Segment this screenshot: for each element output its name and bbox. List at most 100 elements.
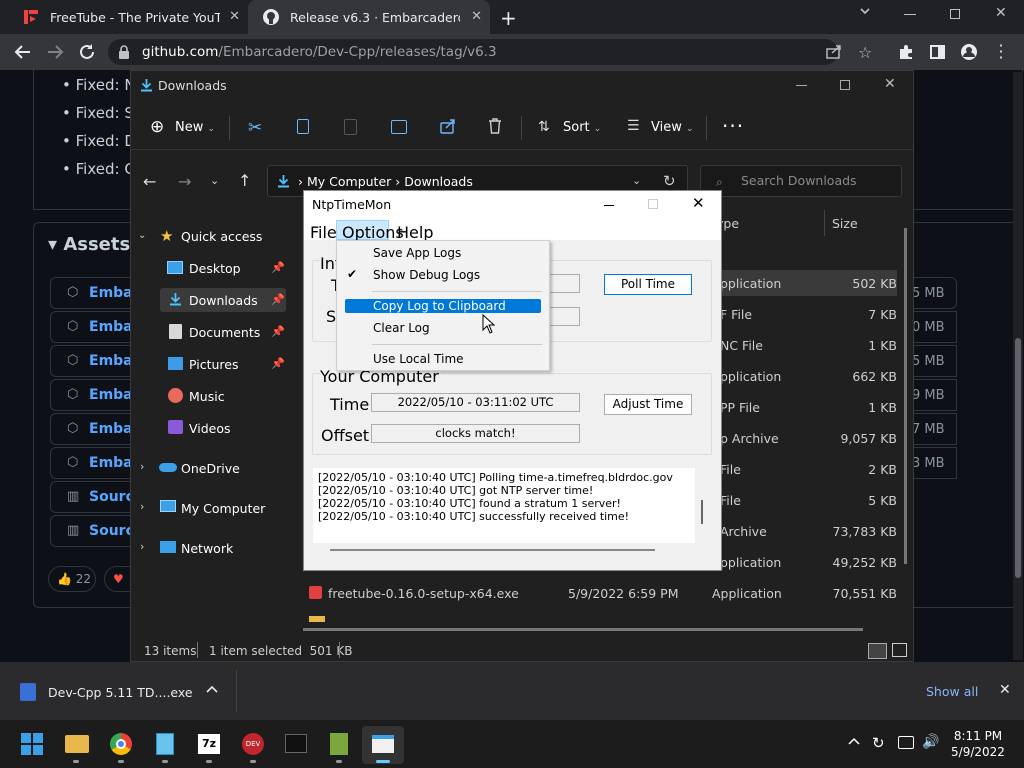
share-icon[interactable] <box>826 45 842 59</box>
nav-network[interactable]: Network <box>181 541 233 556</box>
chevron-down-icon[interactable]: ⌄ <box>632 174 641 187</box>
new-tab-button[interactable]: + <box>500 6 517 30</box>
display-icon[interactable] <box>898 736 914 749</box>
editor-icon[interactable] <box>330 733 348 755</box>
see-more-icon[interactable]: ··· <box>722 114 744 138</box>
breadcrumb-my-computer[interactable]: My Computer <box>307 174 391 189</box>
tab-search-icon[interactable] <box>858 4 872 18</box>
nav-documents[interactable]: Documents <box>189 325 260 340</box>
7zip-icon[interactable]: 7z <box>198 734 220 754</box>
close-window-icon[interactable]: ✕ <box>995 5 1007 21</box>
chrome-icon[interactable] <box>110 733 132 755</box>
close-window-icon[interactable]: ✕ <box>884 76 896 92</box>
rename-icon[interactable] <box>391 120 407 134</box>
minimize-icon[interactable] <box>796 85 807 86</box>
cut-icon[interactable]: ✂ <box>248 118 262 138</box>
maximize-icon[interactable] <box>840 80 850 90</box>
pin-icon[interactable]: 📌 <box>271 293 285 306</box>
menu-item-show-debug-logs[interactable]: Show Debug Logs <box>373 268 480 282</box>
heart-icon[interactable]: ♥ <box>104 566 130 592</box>
windows-start-icon[interactable] <box>21 733 43 755</box>
chevron-right-icon[interactable]: › <box>140 460 144 473</box>
page-scrollbar[interactable] <box>1013 72 1023 660</box>
poll-time-button[interactable]: Poll Time <box>604 274 692 295</box>
nav-videos[interactable]: Videos <box>189 421 231 436</box>
file-explorer-icon[interactable] <box>65 735 89 753</box>
lock-icon[interactable] <box>118 45 130 59</box>
nav-my-computer[interactable]: My Computer <box>181 501 265 516</box>
sort-button[interactable]: Sort ⌄ <box>563 120 601 135</box>
asset-row[interactable]: ⬡ Embar <box>50 345 140 377</box>
clock[interactable]: 8:11 PM 5/9/2022 <box>950 728 1006 760</box>
nav-quick-access[interactable]: Quick access <box>181 229 262 244</box>
breadcrumb-downloads[interactable]: Downloads <box>404 174 473 189</box>
details-view-icon[interactable] <box>868 643 887 659</box>
notepad-icon[interactable] <box>156 733 174 755</box>
profile-icon[interactable] <box>960 43 978 61</box>
refresh-icon[interactable]: ↻ <box>663 172 676 190</box>
chevron-up-icon[interactable] <box>206 684 218 694</box>
address-bar[interactable]: github.com/Embarcadero/Dev-Cpp/releases/… <box>108 39 838 65</box>
tiles-view-icon[interactable] <box>892 643 907 657</box>
chevron-right-icon[interactable]: › <box>140 540 144 553</box>
delete-icon[interactable] <box>488 118 502 134</box>
minimize-icon[interactable] <box>604 205 614 206</box>
nav-downloads[interactable]: Downloads <box>189 293 258 308</box>
up-icon[interactable]: ↑ <box>238 171 251 190</box>
log-box[interactable]: [2022/05/10 - 03:10:40 UTC] Polling time… <box>313 468 695 543</box>
restore-icon[interactable] <box>950 9 960 19</box>
search-input[interactable]: Search Downloads <box>700 165 902 197</box>
view-button[interactable]: View ⌄ <box>651 120 694 135</box>
extensions-icon[interactable] <box>898 44 914 60</box>
asset-row[interactable]: ⬡ Embar <box>50 311 140 343</box>
column-size[interactable]: Size <box>832 216 858 231</box>
back-icon[interactable]: ← <box>143 172 156 191</box>
close-icon[interactable]: ✕ <box>229 9 240 24</box>
close-icon[interactable]: ✕ <box>999 682 1011 698</box>
asset-row[interactable]: ⬡ Embar <box>50 447 140 479</box>
side-panel-icon[interactable] <box>930 45 945 59</box>
menu-file[interactable]: File <box>310 223 337 242</box>
asset-row[interactable]: ⬡ Embar <box>50 413 140 445</box>
close-icon[interactable]: ✕ <box>471 9 482 24</box>
asset-row[interactable]: ⬡ Embar <box>50 379 140 411</box>
horizontal-scrollbar[interactable] <box>303 628 863 631</box>
nav-music[interactable]: Music <box>189 389 225 404</box>
chevron-up-icon[interactable] <box>848 736 860 746</box>
log-vertical-scrollbar[interactable] <box>701 500 703 524</box>
download-item-name[interactable]: Dev-Cpp 5.11 TD....exe <box>48 685 193 700</box>
chevron-right-icon[interactable]: › <box>140 500 144 513</box>
devcpp-icon[interactable]: DEV <box>242 733 264 755</box>
vertical-scrollbar[interactable] <box>904 228 907 564</box>
share-icon[interactable] <box>440 118 456 134</box>
pin-icon[interactable]: 📌 <box>271 325 285 338</box>
chevron-down-icon[interactable]: ⌄ <box>138 230 146 241</box>
pin-icon[interactable]: 📌 <box>271 357 285 370</box>
menu-item-save-app-logs[interactable]: Save App Logs <box>373 246 461 260</box>
browser-tab-release[interactable]: Release v6.3 · Embarcadero/Dev- ✕ <box>248 0 490 34</box>
menu-item-copy-log[interactable]: Copy Log to Clipboard <box>373 299 506 313</box>
adjust-time-button[interactable]: Adjust Time <box>604 394 692 415</box>
nav-pictures[interactable]: Pictures <box>189 357 239 372</box>
reaction-thumbs-up[interactable]: 👍 22 <box>48 566 96 592</box>
asset-row[interactable]: ▥ Source <box>50 481 143 513</box>
sync-icon[interactable]: ↻ <box>872 734 885 752</box>
asset-row[interactable]: ▥ Source <box>50 515 143 547</box>
asset-row[interactable]: ⬡ Embar <box>50 277 140 309</box>
terminal-icon[interactable] <box>285 734 307 753</box>
volume-icon[interactable]: 🔊 <box>922 734 939 750</box>
file-name[interactable]: freetube-0.16.0-setup-x64.exe <box>328 586 519 601</box>
nav-onedrive[interactable]: OneDrive <box>181 461 240 476</box>
bookmark-star-icon[interactable]: ☆ <box>858 43 872 62</box>
copy-icon[interactable] <box>297 119 309 134</box>
minimize-icon[interactable] <box>904 14 916 15</box>
log-horizontal-scrollbar[interactable] <box>330 549 655 551</box>
nav-desktop[interactable]: Desktop <box>189 261 241 276</box>
menu-kebab-icon[interactable]: · · · <box>998 38 1004 66</box>
menu-item-clear-log[interactable]: Clear Log <box>373 321 430 335</box>
reload-icon[interactable] <box>78 43 96 61</box>
recent-locations-icon[interactable]: ⌄ <box>210 174 219 187</box>
ntptimemon-taskbar-icon[interactable] <box>372 735 394 753</box>
new-button[interactable]: New ⌄ <box>175 120 215 135</box>
pin-icon[interactable]: 📌 <box>271 261 285 274</box>
